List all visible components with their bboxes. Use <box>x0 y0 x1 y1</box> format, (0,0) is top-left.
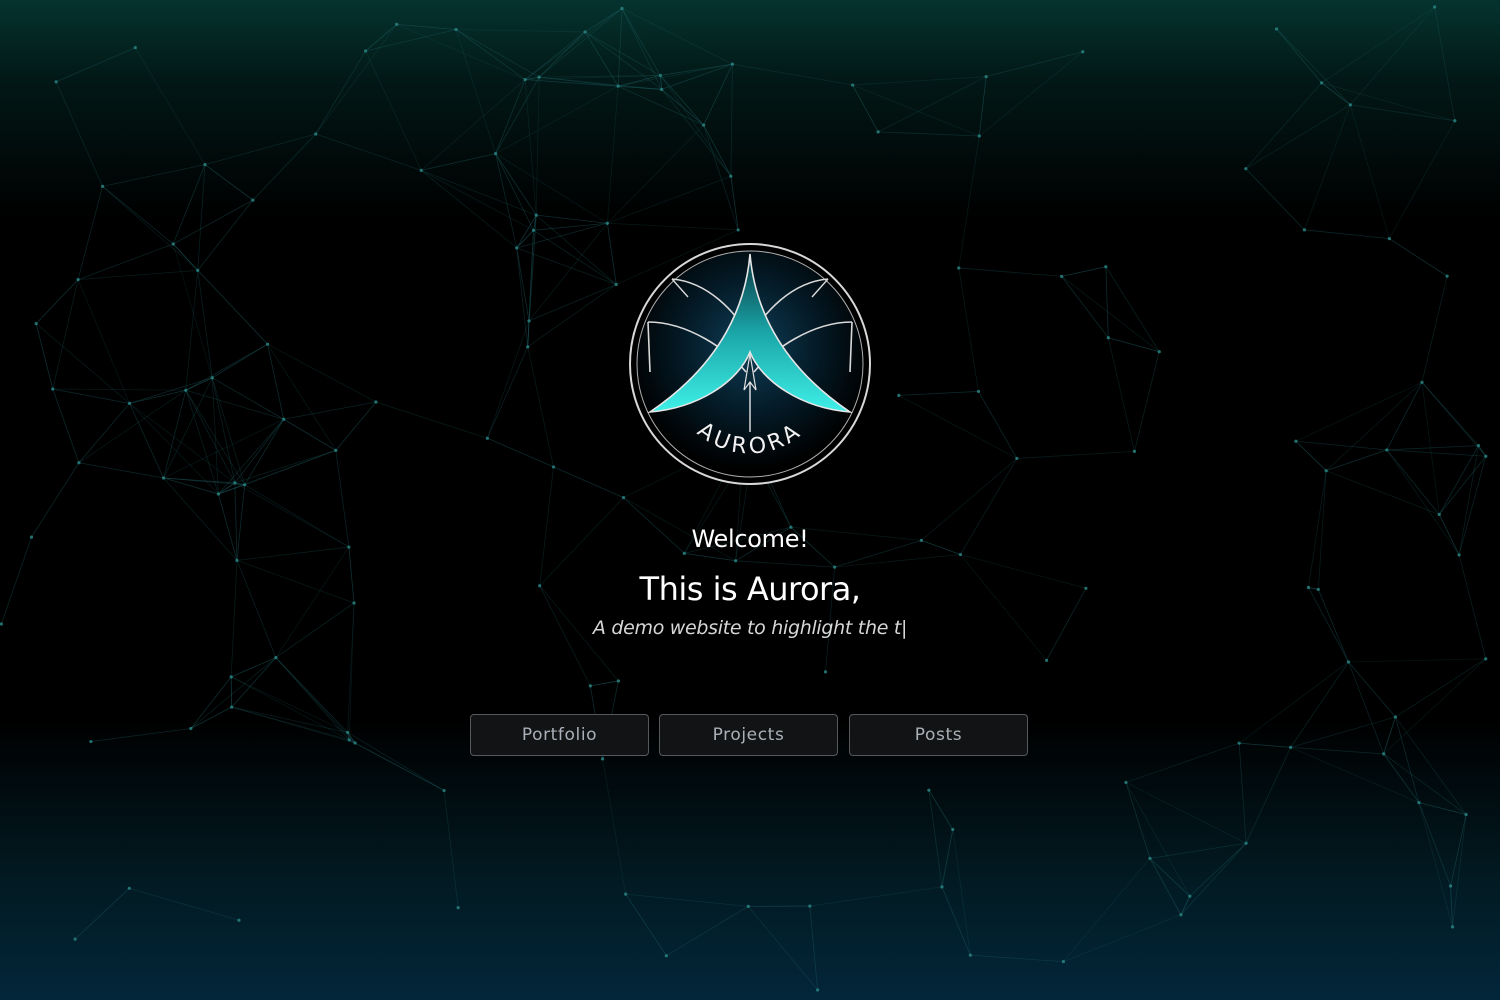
page-title: This is Aurora, <box>639 570 861 608</box>
main-navigation: Portfolio Projects Posts <box>470 714 1030 758</box>
posts-button[interactable]: Posts <box>849 714 1028 756</box>
welcome-heading: Welcome! <box>691 525 809 553</box>
portfolio-button[interactable]: Portfolio <box>470 714 649 756</box>
typewriter-subtitle: A demo website to highlight the t| <box>592 617 908 639</box>
hero-section: AURORA Welcome! This is Aurora, A demo w… <box>0 0 1500 1000</box>
projects-button[interactable]: Projects <box>659 714 838 756</box>
aurora-logo: AURORA <box>629 243 871 485</box>
